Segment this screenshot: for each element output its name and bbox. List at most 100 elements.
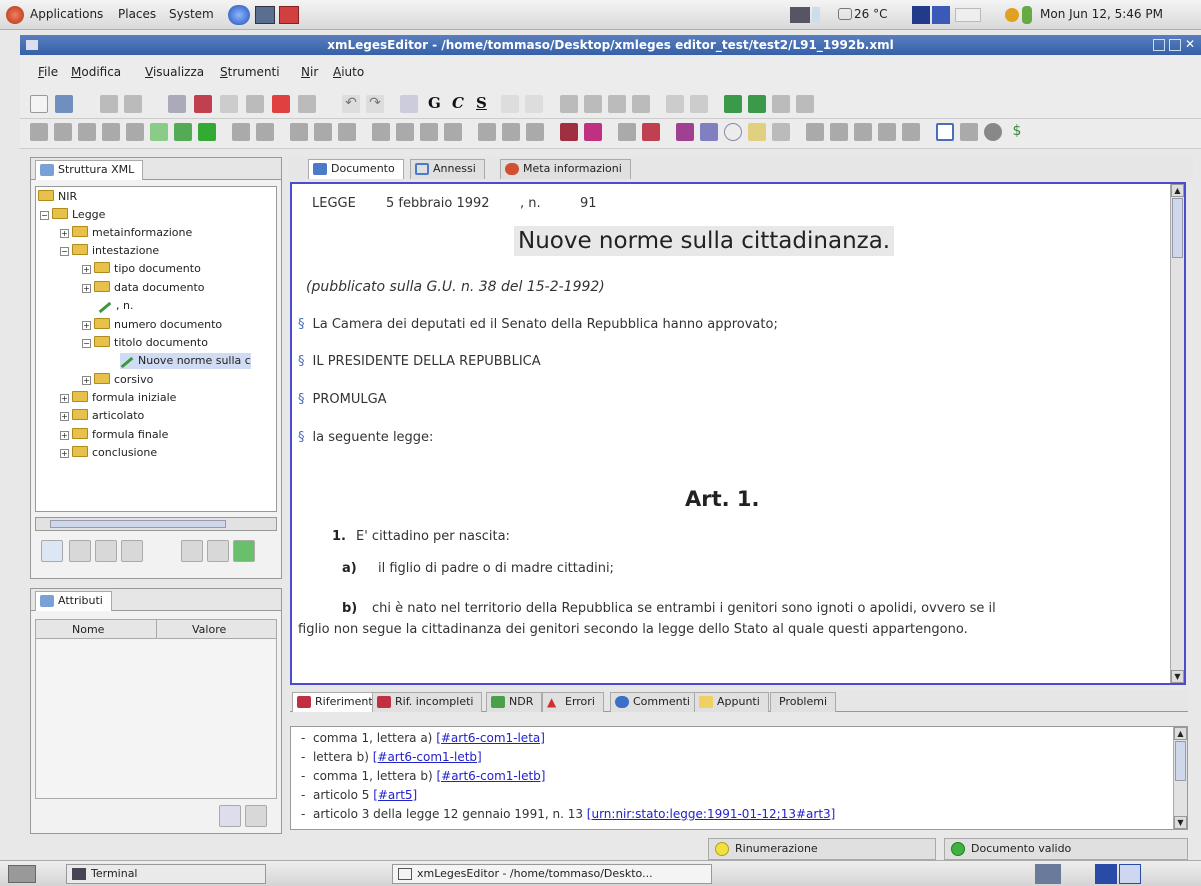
expand-icon[interactable]: + (60, 229, 69, 238)
scrollbar-thumb[interactable] (1172, 198, 1183, 258)
nir-tool-24-icon[interactable] (642, 123, 660, 141)
doc-para-1[interactable]: § La Camera dei deputati ed il Senato del… (298, 317, 778, 332)
column-nome[interactable]: Nome (72, 623, 104, 636)
save-as-icon[interactable] (124, 95, 142, 113)
document-vertical-scrollbar[interactable]: ▲ ▼ (1170, 184, 1184, 683)
tab-struttura-xml[interactable]: Struttura XML (35, 160, 144, 180)
tree-nav-down-icon[interactable] (95, 540, 117, 562)
collapse-icon[interactable]: − (40, 211, 49, 220)
superscript-icon[interactable] (501, 95, 519, 113)
redo-icon[interactable]: ↷ (366, 95, 384, 113)
nir-tool-5-icon[interactable] (126, 123, 144, 141)
nir-tool-27-icon[interactable] (724, 123, 742, 141)
nir-tool-18-icon[interactable] (478, 123, 496, 141)
insert-icon[interactable] (272, 95, 290, 113)
reference-item[interactable]: - lettera b) [#art6-com1-letb] (301, 750, 482, 764)
tree-node-titolo-documento[interactable]: − titolo documento (82, 335, 208, 351)
tree-refresh-icon[interactable] (233, 540, 255, 562)
nir-tool-23-icon[interactable] (618, 123, 636, 141)
tab-documento[interactable]: Documento (308, 159, 404, 179)
scroll-down-icon[interactable]: ▼ (1171, 670, 1184, 683)
align-left-icon[interactable] (560, 95, 578, 113)
scroll-up-icon[interactable]: ▲ (1174, 727, 1187, 740)
tree-node-articolato[interactable]: + articolato (60, 408, 144, 424)
collapse-icon[interactable]: − (82, 339, 91, 348)
doc-type[interactable]: LEGGE (312, 196, 356, 211)
reference-link[interactable]: [#art6-com1-letb] (436, 769, 545, 783)
tree-node-nir[interactable]: NIR (38, 189, 77, 205)
doc-para-3[interactable]: § PROMULGA (298, 392, 387, 407)
menu-strumenti[interactable]: Strumenti (220, 65, 280, 79)
doc-publication[interactable]: (pubblicato sulla G.U. n. 38 del 15-2-19… (306, 279, 605, 295)
reference-link[interactable]: [#art6-com1-leta] (436, 731, 545, 745)
nir-tool-13-icon[interactable] (338, 123, 356, 141)
panel-menu-applications[interactable]: Applications (30, 7, 103, 21)
expand-icon[interactable]: + (82, 321, 91, 330)
terminal-launcher-icon[interactable] (255, 6, 275, 24)
panel-clock[interactable]: Mon Jun 12, 5:46 PM (1040, 7, 1163, 21)
expand-icon[interactable]: + (82, 265, 91, 274)
nir-tool-28-icon[interactable] (748, 123, 766, 141)
comma-1-text[interactable]: E' cittadino per nascita: (356, 529, 510, 544)
nir-tool-32-icon[interactable] (854, 123, 872, 141)
tab-ndr[interactable]: NDR (486, 692, 543, 712)
tree-node-conclusione[interactable]: + conclusione (60, 445, 157, 461)
minimize-icon[interactable] (1153, 39, 1165, 51)
nir-tool-35-icon[interactable] (936, 123, 954, 141)
reference-link[interactable]: [#art5] (373, 788, 417, 802)
reference-item[interactable]: - comma 1, lettera a) [#art6-com1-leta] (301, 731, 545, 745)
xml-tree[interactable]: NIR − Legge + metainformazione − intestazio… (35, 186, 277, 512)
move-up-icon[interactable] (724, 95, 742, 113)
tab-attributi[interactable]: Attributi (35, 591, 112, 611)
nir-tool-34-icon[interactable] (902, 123, 920, 141)
delete-icon[interactable] (246, 95, 264, 113)
workspace-switcher-2[interactable] (1119, 864, 1141, 884)
window-menu-icon[interactable] (26, 40, 38, 50)
tree-node-tipo-documento[interactable]: + tipo documento (82, 261, 201, 277)
show-desktop-icon[interactable] (8, 865, 36, 883)
align-center-icon[interactable] (584, 95, 602, 113)
document-view[interactable]: LEGGE 5 febbraio 1992 , n. 91 Nuove norm… (290, 182, 1186, 685)
menu-file[interactable]: File (38, 65, 58, 79)
nir-tool-29-icon[interactable] (772, 123, 790, 141)
nir-tool-2-icon[interactable] (54, 123, 72, 141)
tree-nav-right-icon[interactable] (121, 540, 143, 562)
tree-copy-icon[interactable] (181, 540, 203, 562)
doc-number-sep[interactable]: , n. (520, 196, 541, 211)
reference-item[interactable]: - articolo 3 della legge 12 gennaio 1991… (301, 807, 835, 821)
tree-node-corsivo[interactable]: + corsivo (82, 372, 153, 388)
nir-tool-16-icon[interactable] (420, 123, 438, 141)
window-title-bar[interactable]: xmLegesEditor - /home/tommaso/Desktop/xm… (20, 35, 1201, 55)
panel-menu-places[interactable]: Places (118, 7, 156, 21)
tree-node-formula-finale[interactable]: + formula finale (60, 427, 168, 443)
nir-tool-20-icon[interactable] (526, 123, 544, 141)
align-right-icon[interactable] (608, 95, 626, 113)
nir-tool-12-icon[interactable] (314, 123, 332, 141)
scrollbar-thumb[interactable] (1175, 741, 1186, 781)
expand-icon[interactable]: + (60, 449, 69, 458)
expand-icon[interactable]: + (82, 284, 91, 293)
paste-icon[interactable] (220, 95, 238, 113)
reference-link[interactable]: [urn:nir:stato:legge:1991-01-12;13#art3] (587, 807, 836, 821)
taskbar-xmleges[interactable]: xmLegesEditor - /home/tommaso/Deskto... (392, 864, 712, 884)
tree-node-numero-documento[interactable]: + numero documento (82, 317, 222, 333)
mail-launcher-icon[interactable] (279, 6, 299, 24)
nir-tool-8-icon[interactable] (198, 123, 216, 141)
tree-node-metainformazione[interactable]: + metainformazione (60, 225, 192, 241)
nir-tool-36-icon[interactable] (960, 123, 978, 141)
nir-tool-33-icon[interactable] (878, 123, 896, 141)
tab-annessi[interactable]: Annessi (410, 159, 485, 179)
tree-node-data-documento[interactable]: + data documento (82, 280, 205, 296)
gnome-foot-icon[interactable] (6, 6, 24, 24)
tree-node-selected-title-text[interactable]: Nuove norme sulla c (120, 353, 251, 369)
tab-commenti[interactable]: Commenti (610, 692, 699, 712)
nir-tool-22-icon[interactable] (584, 123, 602, 141)
italic-button[interactable]: C (452, 94, 464, 112)
nir-tool-11-icon[interactable] (290, 123, 308, 141)
nir-tool-26-icon[interactable] (700, 123, 718, 141)
nir-tool-37-icon[interactable] (984, 123, 1002, 141)
tree-node-formula-iniziale[interactable]: + formula iniziale (60, 390, 176, 406)
menu-nir[interactable]: Nir (301, 65, 318, 79)
find-icon[interactable] (400, 95, 418, 113)
nir-tool-10-icon[interactable] (256, 123, 274, 141)
